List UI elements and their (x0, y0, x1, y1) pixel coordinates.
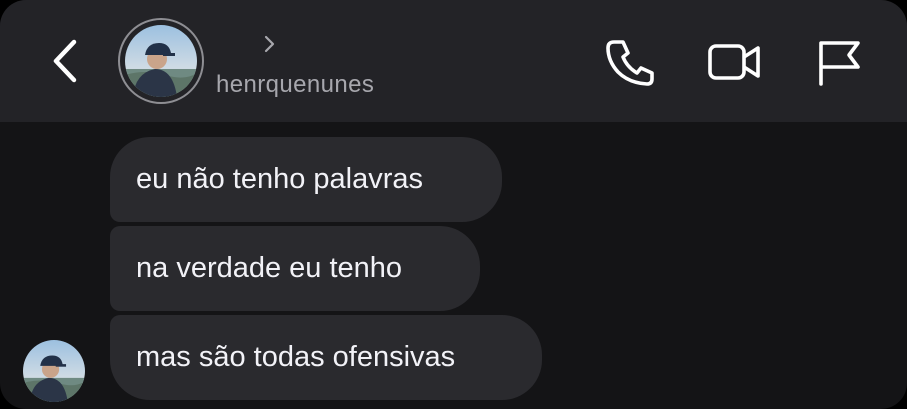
call-button[interactable] (603, 36, 659, 88)
message-bubble[interactable]: mas são todas ofensivas (110, 315, 542, 400)
phone-icon (606, 40, 654, 86)
video-call-button[interactable] (706, 36, 762, 88)
message-text: mas são todas ofensivas (136, 341, 456, 373)
chevron-right-icon (264, 35, 275, 53)
message-bubble[interactable]: eu não tenho palavras (110, 137, 502, 222)
report-button[interactable] (812, 36, 868, 88)
dm-thread-window: henrquenunes eu não tenho palavras na ve… (0, 0, 907, 409)
message-bubble[interactable]: na verdade eu tenho (110, 226, 480, 311)
username-label[interactable]: henrquenunes (216, 71, 374, 99)
profile-avatar[interactable] (118, 18, 204, 104)
profile-chevron[interactable] (260, 30, 280, 58)
chevron-left-icon (53, 39, 77, 83)
video-camera-icon (708, 44, 760, 80)
avatar-photo (125, 25, 197, 97)
sender-avatar[interactable] (23, 340, 85, 402)
back-button[interactable] (44, 36, 88, 86)
message-text: na verdade eu tenho (136, 252, 403, 284)
message-text: eu não tenho palavras (136, 163, 423, 195)
flag-icon (819, 41, 860, 86)
chat-header: henrquenunes (0, 0, 907, 122)
